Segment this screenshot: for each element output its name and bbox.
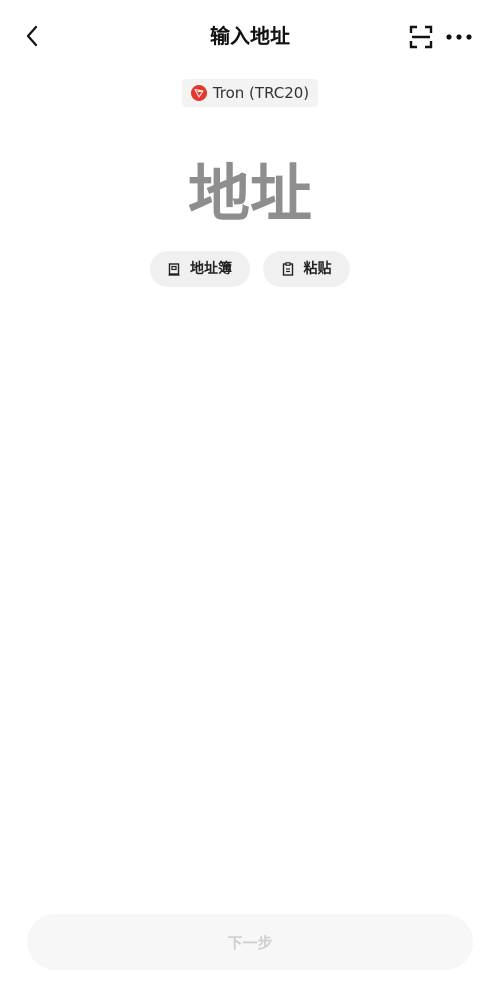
network-label: Tron (TRC20) xyxy=(212,84,310,102)
scan-button[interactable] xyxy=(405,21,437,53)
more-horizontal-icon xyxy=(446,34,472,40)
paste-label: 粘贴 xyxy=(303,261,332,277)
address-input[interactable] xyxy=(40,150,460,236)
chevron-left-icon xyxy=(26,25,38,47)
book-icon xyxy=(168,262,180,276)
network-selector[interactable]: Tron (TRC20) xyxy=(182,79,318,107)
address-book-button[interactable]: 地址簿 xyxy=(150,251,250,287)
more-button[interactable] xyxy=(443,21,475,53)
clipboard-icon xyxy=(282,262,293,276)
scan-frame-icon xyxy=(409,25,433,49)
back-button[interactable] xyxy=(16,20,48,52)
tron-logo-icon xyxy=(190,85,207,101)
next-button[interactable]: 下一步 xyxy=(27,914,473,970)
next-label: 下一步 xyxy=(227,933,273,952)
address-book-label: 地址簿 xyxy=(190,261,232,277)
top-bar: 输入地址 xyxy=(0,0,500,72)
paste-button[interactable]: 粘贴 xyxy=(263,251,350,287)
